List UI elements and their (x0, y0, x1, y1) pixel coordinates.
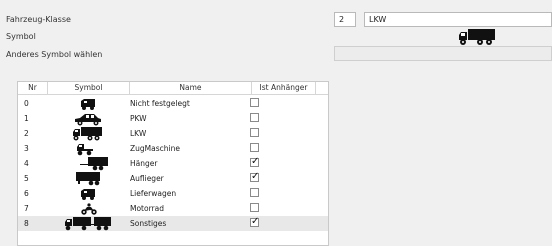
class-number-field[interactable]: 2 (334, 12, 356, 27)
table-row-selected[interactable]: 8 Sonstiges ✓ (18, 216, 328, 231)
row-nr: 5 (24, 174, 29, 183)
vehicle-class-table: Nr Symbol Name Ist Anhänger 0 Nicht fest… (17, 81, 329, 246)
table-row[interactable]: 2 LKW (18, 126, 328, 141)
is-trailer-checkbox[interactable] (250, 141, 264, 156)
vehicle-class-label: Fahrzeug-Klasse (6, 15, 71, 24)
table-row[interactable]: 3 ZugMaschine (18, 141, 328, 156)
motorcycle-icon (48, 201, 128, 216)
class-name-field[interactable]: LKW (364, 12, 552, 27)
van-icon (48, 96, 128, 111)
row-name: Auflieger (130, 174, 164, 183)
is-trailer-checkbox[interactable] (250, 96, 264, 111)
is-trailer-checkbox[interactable] (250, 186, 264, 201)
row-nr: 4 (24, 159, 29, 168)
is-trailer-checkbox[interactable]: ✓ (250, 216, 264, 231)
row-nr: 0 (24, 99, 29, 108)
table-header: Nr Symbol Name Ist Anhänger (18, 82, 328, 95)
table-row[interactable]: 7 Motorrad (18, 201, 328, 216)
row-name: PKW (130, 114, 147, 123)
header-symbol[interactable]: Symbol (48, 82, 130, 94)
table-row[interactable]: 4 Hänger ✓ (18, 156, 328, 171)
header-name[interactable]: Name (130, 82, 252, 94)
table-row[interactable]: 0 Nicht festgelegt (18, 96, 328, 111)
row-name: Lieferwagen (130, 189, 177, 198)
is-trailer-checkbox[interactable]: ✓ (250, 156, 264, 171)
choose-symbol-label: Anderes Symbol wählen (6, 50, 103, 59)
row-nr: 7 (24, 204, 29, 213)
symbol-label: Symbol (6, 32, 36, 41)
header-is-trailer[interactable]: Ist Anhänger (252, 82, 316, 94)
table-row[interactable]: 5 Auflieger ✓ (18, 171, 328, 186)
row-name: Nicht festgelegt (130, 99, 190, 108)
truck-icon (48, 126, 128, 141)
row-nr: 6 (24, 189, 29, 198)
row-name: LKW (130, 129, 147, 138)
truck-with-trailer-icon (48, 216, 128, 231)
row-nr: 3 (24, 144, 29, 153)
check-mark-icon: ✓ (251, 216, 260, 227)
check-mark-icon: ✓ (251, 171, 260, 182)
check-mark-icon: ✓ (251, 156, 260, 167)
trailer-icon (48, 156, 128, 171)
van-icon (48, 186, 128, 201)
row-nr: 2 (24, 129, 29, 138)
row-name: Motorrad (130, 204, 164, 213)
choose-symbol-field[interactable] (334, 46, 552, 61)
row-nr: 8 (24, 219, 29, 228)
table-row[interactable]: 6 Lieferwagen (18, 186, 328, 201)
is-trailer-checkbox[interactable] (250, 111, 264, 126)
row-name: Hänger (130, 159, 158, 168)
table-row[interactable]: 1 PKW (18, 111, 328, 126)
row-nr: 1 (24, 114, 29, 123)
is-trailer-checkbox[interactable]: ✓ (250, 171, 264, 186)
tractor-unit-icon (48, 141, 128, 156)
row-name: ZugMaschine (130, 144, 180, 153)
row-name: Sonstiges (130, 219, 167, 228)
semitrailer-icon (48, 171, 128, 186)
is-trailer-checkbox[interactable] (250, 126, 264, 141)
header-nr[interactable]: Nr (18, 82, 48, 94)
car-icon (48, 111, 128, 126)
is-trailer-checkbox[interactable] (250, 201, 264, 216)
selected-symbol-truck-icon (458, 28, 496, 46)
